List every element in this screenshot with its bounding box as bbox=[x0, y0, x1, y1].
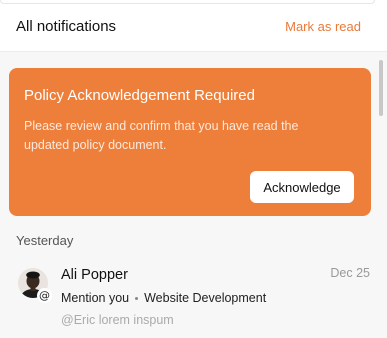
policy-title: Policy Acknowledgement Required bbox=[24, 87, 255, 104]
mark-as-read-link[interactable]: Mark as read bbox=[285, 19, 361, 34]
notification-project: Website Development bbox=[144, 291, 267, 305]
notification-sender: Ali Popper bbox=[61, 267, 128, 283]
notification-item[interactable]: @ Ali Popper Dec 25 Mention you Website … bbox=[0, 257, 387, 338]
notification-meta: Mention you Website Development bbox=[61, 291, 266, 305]
notifications-header: All notifications Mark as read bbox=[0, 6, 387, 52]
notification-preview: @Eric lorem inspum bbox=[61, 313, 174, 327]
policy-description: Please review and confirm that you have … bbox=[24, 119, 299, 152]
mention-icon: @ bbox=[37, 288, 52, 303]
acknowledge-button[interactable]: Acknowledge bbox=[250, 171, 354, 203]
section-label-yesterday: Yesterday bbox=[16, 233, 74, 248]
policy-acknowledgement-card: Policy Acknowledgement Required Please r… bbox=[9, 68, 371, 216]
notification-date: Dec 25 bbox=[330, 266, 370, 280]
notification-type: Mention you bbox=[61, 291, 130, 305]
avatar: @ bbox=[18, 268, 52, 303]
header-title: All notifications bbox=[16, 18, 117, 35]
scrollbar-thumb[interactable] bbox=[379, 60, 383, 116]
separator-dot bbox=[135, 296, 139, 300]
top-divider bbox=[0, 0, 375, 4]
